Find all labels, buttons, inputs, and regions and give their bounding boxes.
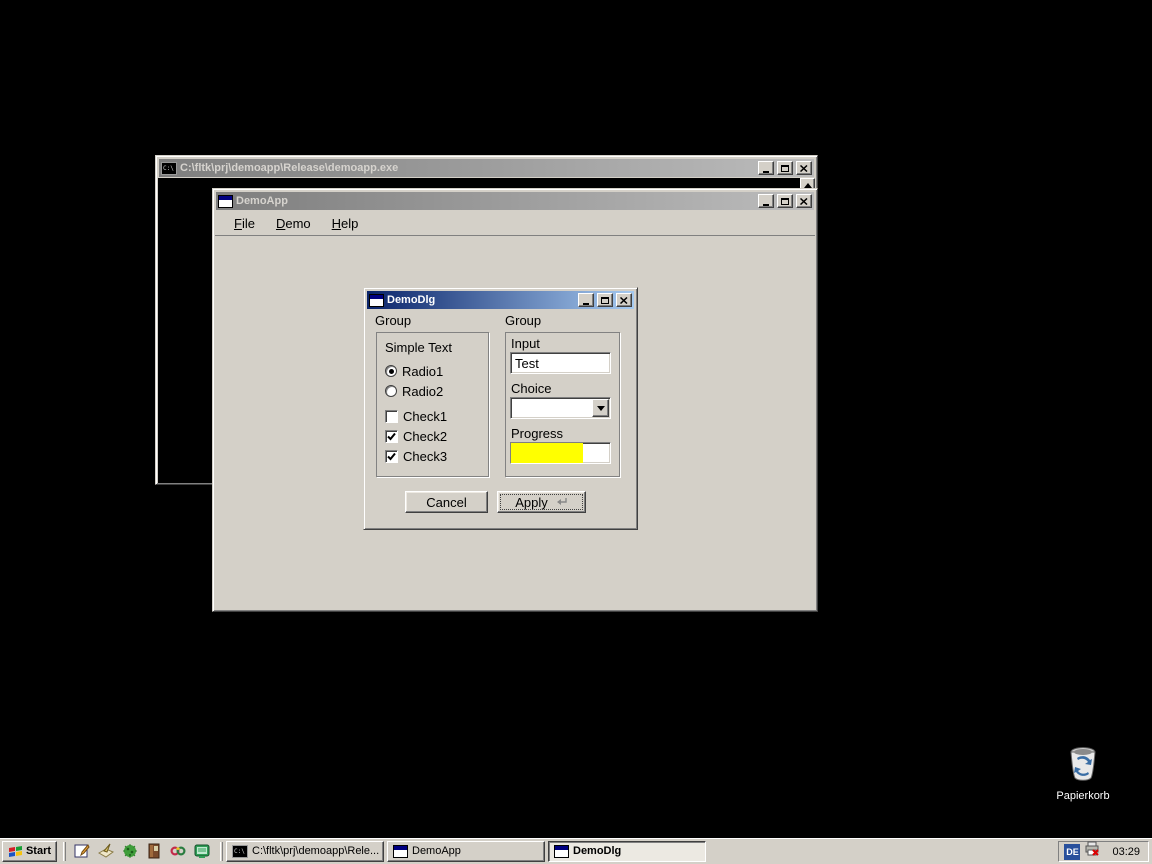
demodlg-client-area: Group Simple Text Radio1 Radio2 Check1 (366, 310, 635, 526)
close-icon (620, 297, 628, 304)
demoapp-titlebar[interactable]: DemoApp (216, 192, 814, 210)
demoapp-minimize-button[interactable] (758, 194, 774, 208)
demodlg-minimize-button[interactable] (578, 293, 594, 307)
arrow-up-icon (804, 179, 812, 188)
check2-label: Check2 (403, 429, 447, 444)
left-group-label: Group (375, 313, 411, 328)
demodlg-titlebar[interactable]: DemoDlg (367, 291, 634, 309)
console-maximize-button[interactable] (777, 161, 793, 175)
choice-dropdown[interactable] (510, 397, 611, 419)
left-groupbox: Simple Text Radio1 Radio2 Check1 (376, 332, 489, 477)
menubar: File Demo Help (215, 211, 815, 236)
radio-radio2[interactable]: Radio2 (385, 383, 443, 399)
checkbox-icon (385, 430, 398, 443)
menu-help[interactable]: Help (323, 213, 368, 234)
return-key-icon (553, 497, 568, 507)
recycle-bin-icon (1066, 746, 1100, 787)
progress-bar (510, 442, 611, 464)
right-group-label: Group (505, 313, 541, 328)
quick-launch-bar (69, 843, 214, 860)
green-ball-icon[interactable] (121, 843, 138, 860)
progress-label: Progress (511, 426, 563, 441)
demodlg-window-icon (369, 294, 384, 307)
check1-label: Check1 (403, 409, 447, 424)
check3-label: Check3 (403, 449, 447, 464)
taskbar: Start C:\ C:\flt (0, 838, 1152, 864)
desktop: Papierkorb C:\ C:\fltk\prj\demoapp\Relea… (0, 0, 1152, 864)
demoapp-window-icon (218, 195, 233, 208)
taskbar-button-demoapp[interactable]: DemoApp (387, 841, 545, 862)
progress-bar-fill (511, 443, 583, 463)
input-field[interactable] (510, 352, 611, 374)
clock[interactable]: 03:29 (1112, 846, 1140, 858)
menu-file[interactable]: File (225, 213, 264, 234)
window-icon (554, 845, 569, 858)
demodlg-close-button[interactable] (616, 293, 632, 307)
printer-error-icon[interactable] (1084, 841, 1100, 862)
choice-label: Choice (511, 381, 551, 396)
radio-icon (385, 385, 397, 397)
apply-button[interactable]: Apply (497, 491, 586, 513)
windows-logo-icon (8, 845, 23, 858)
checkbox-icon (385, 450, 398, 463)
close-icon (800, 198, 808, 205)
start-button[interactable]: Start (2, 841, 57, 862)
demoapp-title: DemoApp (236, 195, 755, 207)
console-titlebar[interactable]: C:\ C:\fltk\prj\demoapp\Release\demoapp.… (159, 159, 814, 177)
menu-demo[interactable]: Demo (267, 213, 320, 234)
checkbox-check3[interactable]: Check3 (385, 448, 447, 464)
radio-icon (385, 365, 397, 377)
infinity-icon[interactable] (169, 843, 186, 860)
checkbox-check1[interactable]: Check1 (385, 408, 447, 424)
checkbox-icon (385, 410, 398, 423)
demodlg-maximize-button[interactable] (597, 293, 613, 307)
choice-dropdown-button[interactable] (592, 399, 609, 417)
language-indicator[interactable]: DE (1064, 844, 1080, 860)
demodlg-window: DemoDlg Group Simple Text Radio1 Radio2 (363, 287, 638, 530)
console-minimize-button[interactable] (758, 161, 774, 175)
taskbar-button-demodlg[interactable]: DemoDlg (548, 841, 706, 862)
console-close-button[interactable] (796, 161, 812, 175)
book-icon[interactable] (145, 843, 162, 860)
simple-text-label: Simple Text (385, 340, 452, 355)
right-groupbox: Input Choice Progress (505, 332, 620, 477)
recycle-bin[interactable]: Papierkorb (1050, 746, 1116, 802)
radio-radio1[interactable]: Radio1 (385, 363, 443, 379)
cancel-button[interactable]: Cancel (405, 491, 488, 513)
document-pen-icon[interactable] (73, 843, 90, 860)
window-icon (393, 845, 408, 858)
console-icon: C:\ (232, 845, 248, 858)
checkbox-check2[interactable]: Check2 (385, 428, 447, 444)
demoapp-close-button[interactable] (796, 194, 812, 208)
taskbar-button-console[interactable]: C:\ C:\fltk\prj\demoapp\Rele... (226, 841, 384, 862)
demoapp-maximize-button[interactable] (777, 194, 793, 208)
demodlg-title: DemoDlg (387, 294, 575, 306)
taskbar-grip[interactable] (63, 842, 66, 861)
show-desktop-icon[interactable] (97, 843, 114, 860)
chevron-down-icon (597, 406, 605, 415)
radio2-label: Radio2 (402, 384, 443, 399)
monitor-icon[interactable] (193, 843, 210, 860)
close-icon (800, 165, 808, 172)
system-tray: DE 03:29 (1058, 841, 1149, 862)
console-icon: C:\ (161, 162, 177, 175)
radio1-label: Radio1 (402, 364, 443, 379)
recycle-bin-label: Papierkorb (1056, 790, 1109, 802)
input-label: Input (511, 336, 540, 351)
taskbar-grip[interactable] (220, 842, 223, 861)
console-title: C:\fltk\prj\demoapp\Release\demoapp.exe (180, 162, 755, 174)
